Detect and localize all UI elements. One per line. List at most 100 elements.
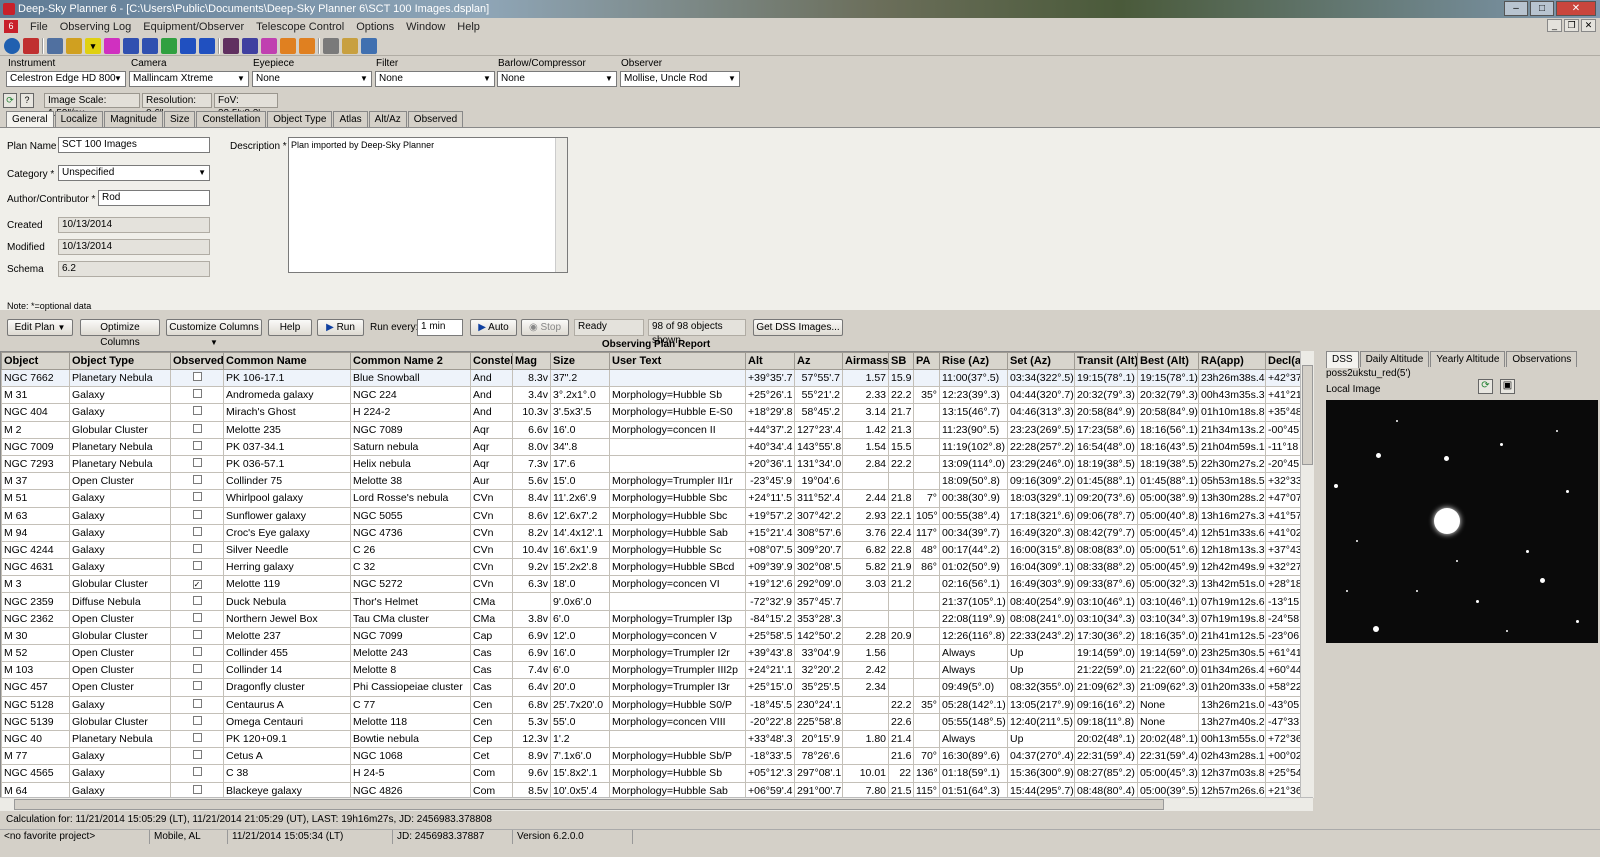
- run-button[interactable]: ▶ Run: [317, 319, 364, 336]
- observed-checkbox[interactable]: ✓: [192, 580, 202, 590]
- tab-daily-altitude[interactable]: Daily Altitude: [1359, 351, 1430, 367]
- tab-constellation[interactable]: Constellation: [196, 111, 267, 127]
- tab-observations[interactable]: Observations: [1506, 351, 1578, 367]
- menu-telescope-control[interactable]: Telescope Control: [250, 21, 350, 33]
- table-row[interactable]: NGC 2362 Open Cluster Northern Jewel Box Ta…: [1, 609, 1312, 628]
- observed-checkbox[interactable]: [192, 647, 202, 657]
- tab-size[interactable]: Size: [163, 111, 196, 127]
- tab-dss[interactable]: DSS: [1326, 351, 1359, 368]
- column-header[interactable]: Set (Az): [1007, 352, 1075, 370]
- tab-object-type[interactable]: Object Type: [267, 111, 333, 127]
- observed-checkbox[interactable]: [192, 715, 202, 725]
- observed-checkbox[interactable]: [192, 526, 202, 536]
- report-icon[interactable]: [323, 37, 339, 54]
- open-plan-icon[interactable]: [47, 37, 63, 54]
- observed-checkbox[interactable]: [192, 750, 202, 760]
- sort-icon[interactable]: [66, 37, 82, 54]
- table-row[interactable]: M 63 Galaxy Sunflower galaxy NGC 5055 CVn 8.6…: [1, 506, 1312, 525]
- telescope-icon[interactable]: [23, 37, 39, 54]
- instrument-select[interactable]: Celestron Edge HD 800 ▼: [6, 71, 126, 87]
- calc-icon[interactable]: [142, 37, 158, 54]
- column-header[interactable]: Transit (Alt): [1074, 352, 1138, 370]
- table-row[interactable]: M 30 Globular Cluster Melotte 237 NGC 7099 C…: [1, 626, 1312, 646]
- table-row[interactable]: M 31 Galaxy Andromeda galaxy NGC 224 And 3.4v…: [1, 386, 1312, 405]
- refresh-icon[interactable]: ⟳: [3, 93, 17, 108]
- table-row[interactable]: M 103 Open Cluster Collinder 14 Melotte 8 Ca…: [1, 661, 1312, 680]
- category-select[interactable]: Unspecified ▼: [58, 165, 210, 181]
- menu-file[interactable]: File: [24, 21, 54, 33]
- table-row[interactable]: NGC 5139 Globular Cluster Omega Centauri Me…: [1, 712, 1312, 731]
- optimize-columns-button[interactable]: Optimize Columns: [80, 319, 160, 348]
- column-header[interactable]: PA: [913, 352, 940, 370]
- column-header[interactable]: Size: [550, 352, 610, 370]
- observed-checkbox[interactable]: [192, 389, 202, 399]
- tab-atlas[interactable]: Atlas: [333, 111, 368, 127]
- observed-checkbox[interactable]: [192, 423, 202, 433]
- observed-checkbox[interactable]: [192, 509, 202, 519]
- column-header[interactable]: Az: [794, 352, 843, 370]
- mdi-close-button[interactable]: ✕: [1581, 19, 1596, 32]
- table-row[interactable]: NGC 5128 Galaxy Centaurus AC 77 Cen 6.8v 25'.…: [1, 695, 1312, 714]
- stop-button[interactable]: ◉ Stop: [521, 319, 569, 336]
- observed-checkbox[interactable]: [192, 595, 202, 605]
- grid-vertical-scrollbar[interactable]: [1300, 351, 1314, 798]
- observer-select[interactable]: Mollise, Uncle Rod ▼: [620, 71, 740, 87]
- minimize-button[interactable]: –: [1504, 1, 1528, 16]
- observed-checkbox[interactable]: [192, 458, 202, 468]
- column-header[interactable]: Rise (Az): [939, 352, 1008, 370]
- pe-icon[interactable]: [123, 37, 139, 54]
- column-header[interactable]: Object Type: [69, 352, 171, 370]
- observed-checkbox[interactable]: [192, 681, 202, 691]
- document-icon[interactable]: 6: [4, 20, 18, 33]
- customize-columns-button[interactable]: Customize Columns ▼: [166, 319, 262, 347]
- table-row[interactable]: NGC 404 Galaxy Mirach's Ghost H 224-2 And 10.…: [1, 403, 1312, 422]
- tab-general[interactable]: General: [6, 111, 54, 128]
- maximize-button[interactable]: □: [1530, 1, 1554, 16]
- tab-alt-az[interactable]: Alt/Az: [368, 111, 407, 127]
- tab-observed[interactable]: Observed: [407, 111, 464, 127]
- table-row[interactable]: NGC 2359 Diffuse Nebula Duck Nebula Thor's …: [1, 592, 1312, 611]
- barlow-select[interactable]: None ▼: [497, 71, 617, 87]
- mdi-minimize-button[interactable]: _: [1547, 19, 1562, 32]
- table-row[interactable]: NGC 4565 Galaxy C 38 H 24-5 Com 9.6v 15'.8x2'.…: [1, 764, 1312, 783]
- menu-equipment-observer[interactable]: Equipment/Observer: [137, 21, 250, 33]
- column-header[interactable]: Best (Alt): [1137, 352, 1199, 370]
- observed-checkbox[interactable]: [192, 543, 202, 553]
- table-row[interactable]: M 2 Globular Cluster Melotte 235 NGC 7089 Aq…: [1, 420, 1312, 439]
- observed-checkbox[interactable]: [192, 733, 202, 743]
- chart-icon[interactable]: [180, 37, 196, 54]
- help-icon[interactable]: ?: [20, 93, 34, 108]
- observed-checkbox[interactable]: [192, 440, 202, 450]
- table-row[interactable]: M 3 Globular Cluster ✓ Melotte 119 NGC 5272 C…: [1, 575, 1312, 594]
- refresh-icon[interactable]: ⟳: [1478, 379, 1493, 394]
- column-header[interactable]: Common Name 2: [350, 352, 471, 370]
- table-row[interactable]: NGC 40 Planetary Nebula PK 120+09.1 Bowtie …: [1, 729, 1312, 749]
- column-header[interactable]: Common Name: [223, 352, 351, 370]
- camera-select[interactable]: Mallincam Xtreme ▼: [129, 71, 249, 87]
- tab-yearly-altitude[interactable]: Yearly Altitude: [1430, 351, 1506, 367]
- column-header[interactable]: SB: [888, 352, 914, 370]
- get-dss-images-button[interactable]: Get DSS Images...: [753, 319, 843, 336]
- table-row[interactable]: M 37 Open Cluster Collinder 75 Melotte 38 Au…: [1, 472, 1312, 491]
- observed-checkbox[interactable]: [192, 664, 202, 674]
- bug-icon[interactable]: [223, 37, 239, 54]
- filter-select[interactable]: None ▼: [375, 71, 495, 87]
- table-row[interactable]: M 64 Galaxy Blackeye galaxy NGC 4826 Com 8.5v…: [1, 781, 1312, 797]
- sun-icon[interactable]: [280, 37, 296, 54]
- edit-plan-button[interactable]: Edit Plan ▼: [7, 319, 73, 336]
- column-header[interactable]: RA(app): [1198, 352, 1266, 370]
- table-row[interactable]: NGC 4631 Galaxy Herring galaxy C 32 CVn 9.2v 1…: [1, 558, 1312, 577]
- observed-checkbox[interactable]: [192, 612, 202, 622]
- favorite-project[interactable]: <no favorite project>: [0, 830, 150, 844]
- atlas-icon[interactable]: [199, 37, 215, 54]
- eyepiece-select[interactable]: None ▼: [252, 71, 372, 87]
- comet-icon[interactable]: [261, 37, 277, 54]
- mdi-restore-button[interactable]: ❐: [1564, 19, 1579, 32]
- auto-button[interactable]: ▶ Auto: [470, 319, 517, 336]
- table-row[interactable]: NGC 7662 Planetary Nebula PK 106-17.1 Blue …: [1, 368, 1312, 388]
- grid-horizontal-scrollbar[interactable]: [0, 797, 1313, 811]
- column-header[interactable]: Mag: [512, 352, 551, 370]
- moon-icon[interactable]: [299, 37, 315, 54]
- table-row[interactable]: NGC 7293 Planetary Nebula PK 036-57.1 Helix…: [1, 454, 1312, 474]
- description-scrollbar[interactable]: [555, 138, 567, 272]
